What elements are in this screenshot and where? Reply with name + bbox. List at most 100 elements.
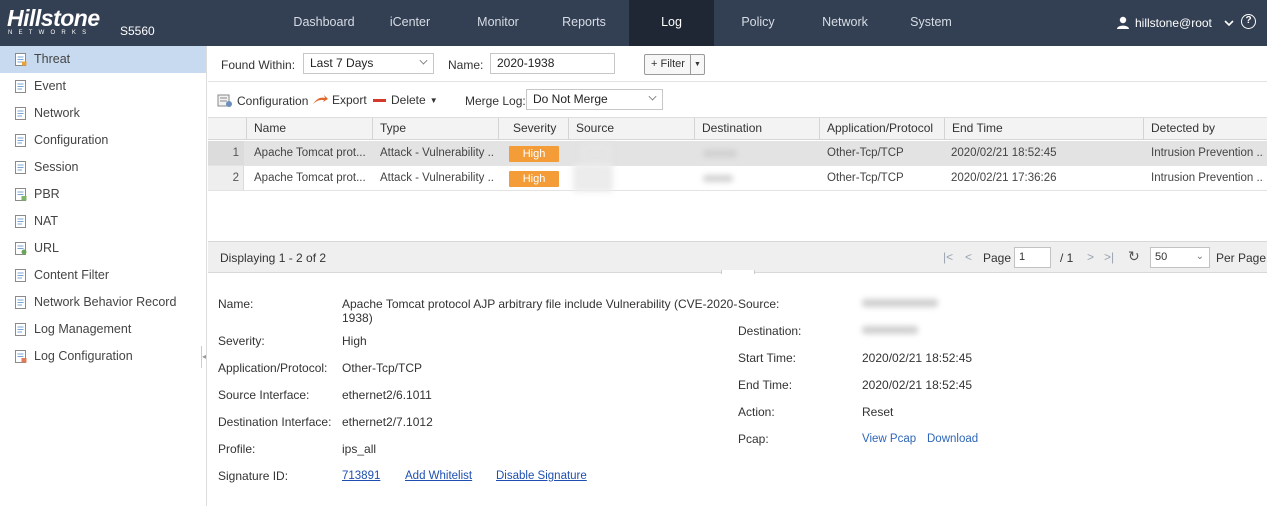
detail-name-value: Apache Tomcat protocol AJP arbitrary fil…	[342, 297, 738, 325]
user-menu[interactable]: hillstone@root	[1116, 0, 1235, 46]
cell-name: Apache Tomcat prot...	[254, 172, 366, 184]
sidebar-item-session[interactable]: Session	[0, 154, 206, 181]
sidebar-item-label: Configuration	[34, 133, 109, 147]
sidebar-item-label: Network	[34, 106, 80, 120]
log-file-icon	[15, 323, 27, 336]
sidebar-item-nat[interactable]: NAT	[0, 208, 206, 235]
detail-end-time-value: 2020/02/21 18:52:45	[862, 378, 973, 392]
sidebar-item-threat[interactable]: Threat	[0, 46, 206, 73]
sidebar-item-label: Log Management	[34, 322, 132, 336]
column-header-source[interactable]: Source	[568, 118, 694, 140]
severity-badge: High	[509, 146, 559, 162]
redacted-destination	[703, 175, 733, 182]
sidebar-item-configuration[interactable]: Configuration	[0, 127, 206, 154]
last-page-icon[interactable]: >|	[1104, 250, 1114, 264]
redacted-destination-address	[862, 326, 918, 334]
log-file-icon	[15, 215, 27, 228]
column-header-end-time[interactable]: End Time	[944, 118, 1144, 140]
nav-policy[interactable]: Policy	[728, 0, 788, 46]
filter-button[interactable]: + Filter ▼	[644, 54, 705, 75]
add-whitelist-link[interactable]: Add Whitelist	[405, 470, 472, 482]
detail-action-label: Action:	[738, 405, 775, 419]
log-sidebar: Threat Event Network Configuration Sessi…	[0, 46, 207, 506]
cell-detected-by: Intrusion Prevention ...	[1151, 147, 1264, 159]
detail-pcap-label: Pcap:	[738, 432, 769, 446]
sidebar-item-log-configuration[interactable]: Log Configuration	[0, 343, 206, 370]
download-pcap-link[interactable]: Download	[927, 433, 978, 445]
merge-log-label: Merge Log:	[465, 94, 526, 108]
page-number-input[interactable]: 1	[1014, 247, 1051, 268]
redacted-source-address	[862, 299, 938, 307]
logo-subtitle: NETWORKS	[8, 30, 93, 36]
sidebar-item-network[interactable]: Network	[0, 100, 206, 127]
log-file-icon	[15, 107, 27, 120]
prev-page-icon[interactable]: <	[965, 250, 972, 264]
column-header-type[interactable]: Type	[372, 118, 498, 140]
signature-id-link[interactable]: 713891	[342, 470, 380, 482]
minus-icon	[373, 99, 386, 102]
column-header-destination[interactable]: Destination	[694, 118, 819, 140]
log-file-icon	[15, 134, 27, 147]
merge-log-select[interactable]: Do Not Merge	[526, 89, 663, 110]
redacted-destination	[703, 150, 737, 157]
detail-severity-value: High	[342, 334, 367, 348]
configuration-button[interactable]: Configuration	[217, 93, 308, 108]
cell-detected-by: Intrusion Prevention ...	[1151, 172, 1264, 184]
per-page-select[interactable]: 50 ⌄	[1150, 247, 1210, 268]
found-within-select[interactable]: Last 7 Days	[303, 53, 434, 74]
sidebar-item-label: PBR	[34, 187, 60, 201]
export-label: Export	[332, 93, 367, 107]
detail-start-time-value: 2020/02/21 18:52:45	[862, 351, 973, 365]
dropdown-arrow-icon[interactable]: ▼	[691, 55, 704, 74]
sidebar-item-url[interactable]: URL	[0, 235, 206, 262]
sidebar-item-pbr[interactable]: PBR	[0, 181, 206, 208]
sidebar-item-event[interactable]: Event	[0, 73, 206, 100]
detail-source-interface-value: ethernet2/6.1011	[342, 388, 432, 402]
log-file-icon	[15, 53, 27, 66]
hillstone-logo[interactable]: Hillstone NETWORKS	[7, 6, 100, 37]
delete-label: Delete	[391, 93, 426, 107]
table-row[interactable]: 1 Apache Tomcat prot... Attack - Vulnera…	[208, 141, 1267, 166]
export-icon	[313, 95, 328, 104]
column-header-detected-by[interactable]: Detected by	[1143, 118, 1267, 140]
pagination-bar: Displaying 1 - 2 of 2 |< < Page 1 / 1 > …	[208, 241, 1267, 273]
detail-profile-label: Profile:	[218, 442, 256, 456]
export-button[interactable]: Export	[312, 93, 367, 107]
name-input[interactable]: 2020-1938	[490, 53, 615, 74]
nav-system[interactable]: System	[900, 0, 962, 46]
help-icon[interactable]: ?	[1241, 14, 1256, 29]
page-total: / 1	[1060, 251, 1074, 265]
column-header-application-protocol[interactable]: Application/Protocol	[819, 118, 944, 140]
nav-icenter[interactable]: iCenter	[378, 0, 442, 46]
sidebar-item-label: URL	[34, 241, 60, 255]
name-value: 2020-1938	[497, 56, 555, 70]
per-page-label: Per Page	[1216, 251, 1267, 265]
top-navigation-bar: Hillstone NETWORKS S5560 Dashboard iCent…	[0, 0, 1267, 46]
nav-log[interactable]: Log	[629, 0, 714, 46]
next-page-icon[interactable]: >	[1087, 250, 1094, 264]
sidebar-item-label: Session	[34, 160, 79, 174]
delete-button[interactable]: Delete ▼	[373, 93, 438, 107]
detail-signature-id-label: Signature ID:	[218, 469, 289, 483]
nav-monitor[interactable]: Monitor	[465, 0, 531, 46]
sidebar-item-content-filter[interactable]: Content Filter	[0, 262, 206, 289]
logo-wordmark: Hillstone	[7, 5, 100, 31]
table-row[interactable]: 2 Apache Tomcat prot... Attack - Vulnera…	[208, 164, 1267, 192]
configuration-icon	[217, 94, 232, 107]
first-page-icon[interactable]: |<	[943, 250, 953, 264]
column-header-name[interactable]: Name	[246, 118, 374, 140]
nav-network[interactable]: Network	[812, 0, 878, 46]
column-header-severity[interactable]: Severity	[498, 118, 568, 140]
refresh-icon[interactable]: ↻	[1128, 248, 1140, 265]
sidebar-item-log-management[interactable]: Log Management	[0, 316, 206, 343]
view-pcap-link[interactable]: View Pcap	[862, 433, 916, 445]
name-label: Name:	[448, 58, 484, 72]
sidebar-item-network-behavior-record[interactable]: Network Behavior Record	[0, 289, 206, 316]
sidebar-collapse-handle[interactable]: ◂	[201, 346, 207, 368]
nav-reports[interactable]: Reports	[552, 0, 616, 46]
username: hillstone@root	[1135, 16, 1212, 30]
nav-dashboard[interactable]: Dashboard	[288, 0, 360, 46]
disable-signature-link[interactable]: Disable Signature	[496, 470, 587, 482]
detail-application-value: Other-Tcp/TCP	[342, 361, 423, 375]
detail-source-label: Source:	[738, 297, 780, 311]
